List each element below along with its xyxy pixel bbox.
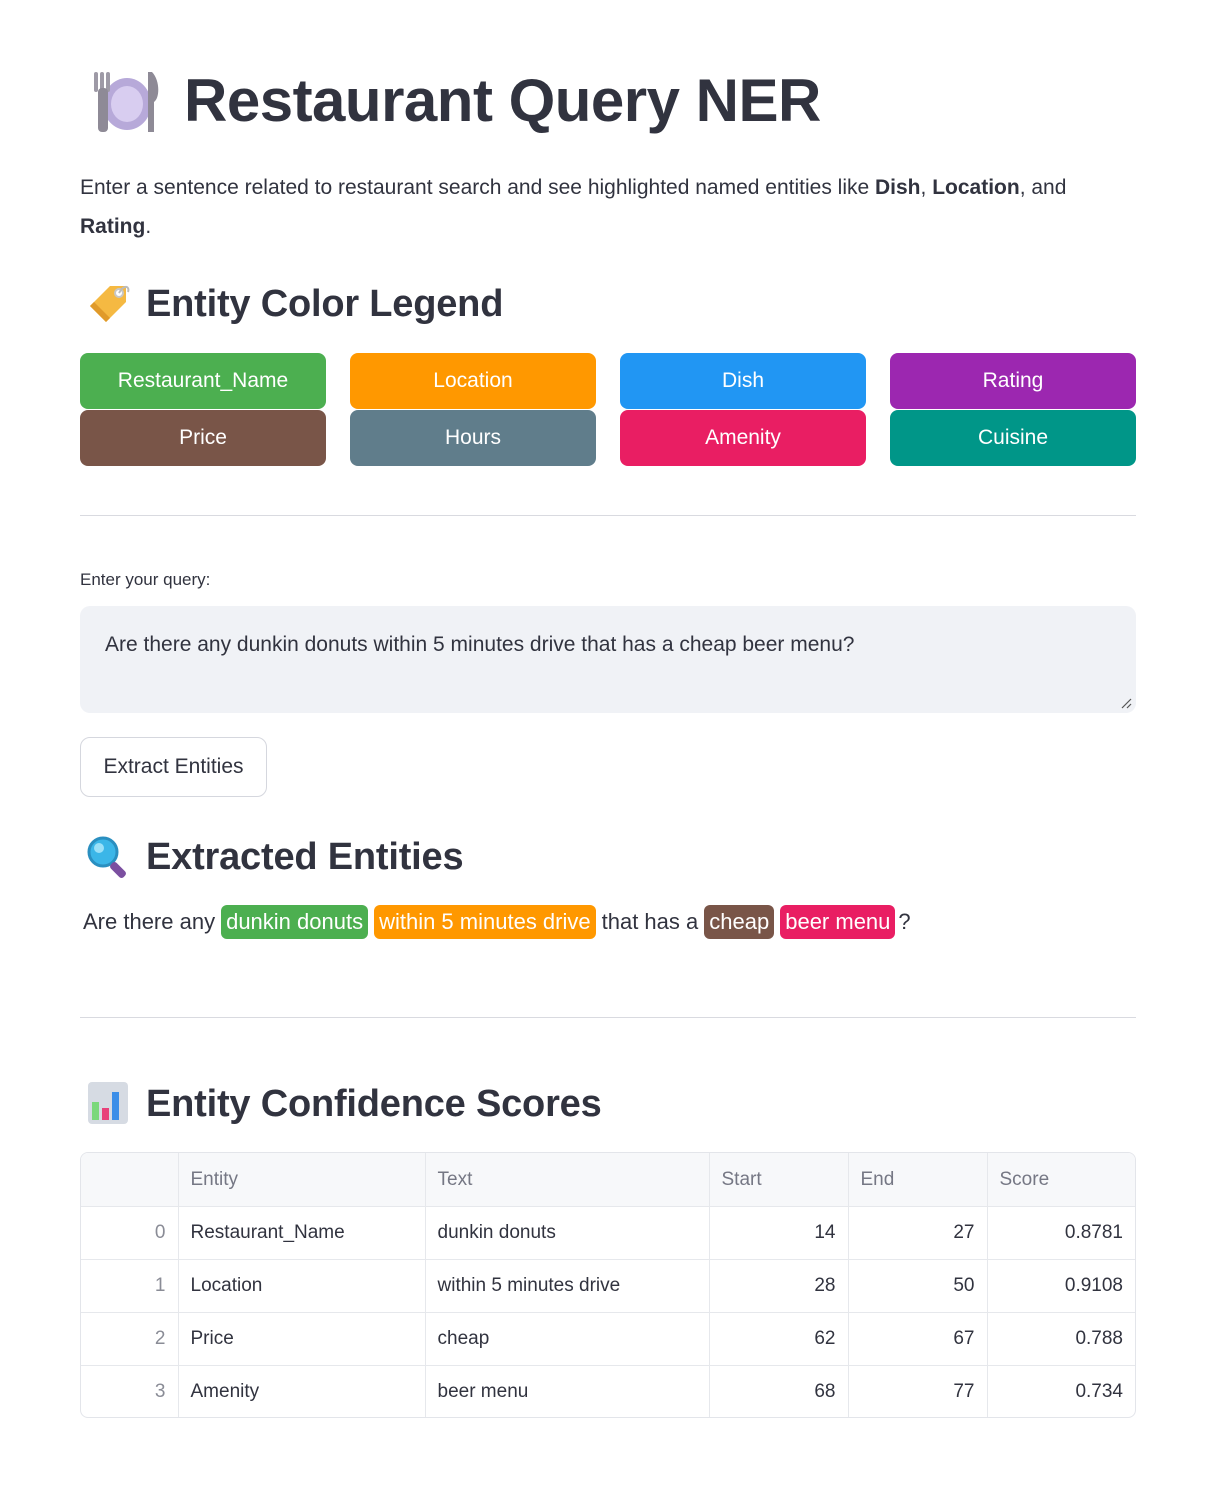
table-cell[interactable]: 68 xyxy=(709,1365,849,1417)
column-header[interactable]: Score xyxy=(987,1153,1135,1207)
entity-highlight: beer menu xyxy=(780,905,896,939)
table-cell[interactable]: 0.9108 xyxy=(987,1259,1135,1313)
table-cell[interactable]: 50 xyxy=(848,1259,988,1313)
intro-rating: Rating xyxy=(80,215,146,238)
table-row: 3 Amenity beer menu 68 77 0.734 xyxy=(81,1365,1135,1418)
intro-text: Enter a sentence related to restaurant s… xyxy=(80,168,1140,246)
legend-chip-restaurant-name: Restaurant_Name xyxy=(80,353,326,409)
table-row: 2 Price cheap 62 67 0.788 xyxy=(81,1312,1135,1366)
column-header[interactable]: Text xyxy=(425,1153,710,1207)
table-cell[interactable]: within 5 minutes drive xyxy=(425,1259,710,1313)
entity-highlight: dunkin donuts xyxy=(221,905,369,939)
intro-prefix: Enter a sentence related to restaurant s… xyxy=(80,176,875,199)
legend-chip-price: Price xyxy=(80,410,326,466)
query-label: Enter your query: xyxy=(80,570,211,589)
table-cell[interactable]: 0.8781 xyxy=(987,1206,1135,1260)
extract-entities-button[interactable]: Extract Entities xyxy=(80,737,267,797)
column-header[interactable]: End xyxy=(848,1153,988,1207)
sentence-text: that has a xyxy=(601,909,699,934)
extracted-heading-text: Extracted Entities xyxy=(146,835,464,878)
highlighted-sentence: Are there any dunkin donuts within 5 minut… xyxy=(80,905,911,939)
scores-table: Entity Text Start End Score 0 Restaurant_Name… xyxy=(80,1152,1136,1418)
table-cell[interactable]: Location xyxy=(178,1259,426,1313)
table-header-row: Entity Text Start End Score xyxy=(81,1153,1135,1207)
table-cell[interactable]: 28 xyxy=(709,1259,849,1313)
entity-legend: Restaurant_Name Location Dish Rating Price Ho… xyxy=(80,353,1136,466)
table-cell[interactable]: 14 xyxy=(709,1206,849,1260)
table-cell[interactable]: 0.734 xyxy=(987,1366,1135,1418)
legend-heading-text: Entity Color Legend xyxy=(146,282,504,325)
resize-handle-icon[interactable] xyxy=(1120,697,1132,709)
plate-cutlery-icon xyxy=(94,72,159,132)
table-row: 0 Restaurant_Name dunkin donuts 14 27 0.8781 xyxy=(81,1206,1135,1260)
table-cell[interactable]: Price xyxy=(178,1312,426,1366)
row-index[interactable]: 0 xyxy=(81,1206,179,1260)
divider xyxy=(80,515,1136,516)
column-header[interactable] xyxy=(81,1153,179,1207)
label-tag-icon xyxy=(90,285,130,322)
intro-dish: Dish xyxy=(875,176,921,199)
table-cell[interactable]: 67 xyxy=(848,1312,988,1366)
legend-chip-rating: Rating xyxy=(890,353,1136,409)
table-cell[interactable]: 27 xyxy=(848,1206,988,1260)
entity-highlight: within 5 minutes drive xyxy=(374,905,596,939)
table-cell[interactable]: beer menu xyxy=(425,1365,710,1417)
scores-heading-text: Entity Confidence Scores xyxy=(146,1082,602,1125)
row-index[interactable]: 3 xyxy=(81,1365,179,1417)
intro-location: Location xyxy=(932,176,1020,199)
bar-chart-icon xyxy=(88,1082,128,1124)
legend-chip-cuisine: Cuisine xyxy=(890,410,1136,466)
table-cell[interactable]: Restaurant_Name xyxy=(178,1206,426,1260)
page-title: Restaurant Query NER xyxy=(184,66,821,134)
sentence-text: ? xyxy=(898,909,911,934)
legend-chip-dish: Dish xyxy=(620,353,866,409)
table-cell[interactable]: 0.788 xyxy=(987,1312,1135,1366)
column-header[interactable]: Entity xyxy=(178,1153,426,1207)
intro-and: , and xyxy=(1019,176,1067,199)
table-cell[interactable]: Amenity xyxy=(178,1365,426,1417)
table-row: 1 Location within 5 minutes drive 28 50 0.910… xyxy=(81,1259,1135,1313)
query-textarea[interactable] xyxy=(80,606,1136,713)
sentence-text: Are there any xyxy=(83,909,216,934)
row-index[interactable]: 2 xyxy=(81,1312,179,1366)
legend-chip-location: Location xyxy=(350,353,596,409)
intro-comma: , xyxy=(920,176,933,199)
extracted-heading: Extracted Entities xyxy=(80,833,464,881)
query-text[interactable]: Are there any dunkin donuts within 5 min… xyxy=(105,633,854,657)
legend-chip-hours: Hours xyxy=(350,410,596,466)
table-cell[interactable]: 77 xyxy=(848,1365,988,1417)
table-cell[interactable]: cheap xyxy=(425,1312,710,1366)
app-page: Restaurant Query NER Enter a sentence re… xyxy=(0,0,1208,1501)
table-cell[interactable]: 62 xyxy=(709,1312,849,1366)
entity-highlight: cheap xyxy=(704,905,775,939)
legend-heading: Entity Color Legend xyxy=(80,280,503,328)
magnifying-glass-icon xyxy=(87,836,126,878)
row-index[interactable]: 1 xyxy=(81,1259,179,1313)
intro-suffix: . xyxy=(145,215,152,238)
scores-heading: Entity Confidence Scores xyxy=(80,1080,602,1128)
column-header[interactable]: Start xyxy=(709,1153,849,1207)
legend-chip-amenity: Amenity xyxy=(620,410,866,466)
page-header: Restaurant Query NER xyxy=(80,64,821,136)
table-cell[interactable]: dunkin donuts xyxy=(425,1206,710,1260)
table-body: 0 Restaurant_Name dunkin donuts 14 27 0.8781 1… xyxy=(81,1206,1135,1418)
divider xyxy=(80,1017,1136,1018)
